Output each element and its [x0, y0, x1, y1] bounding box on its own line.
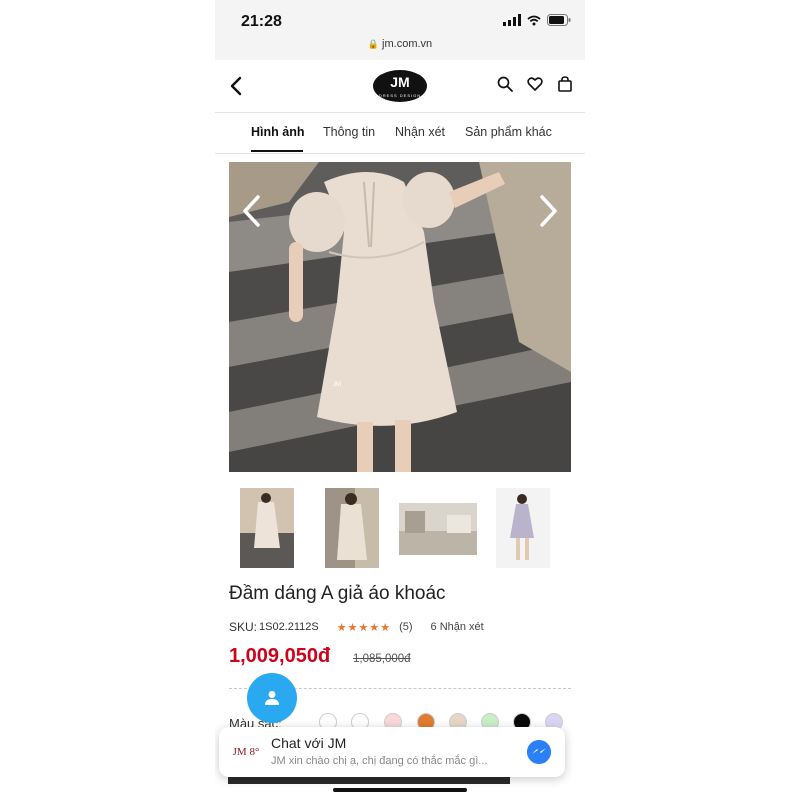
thumbnail-3[interactable]	[399, 503, 477, 555]
messenger-icon[interactable]	[527, 740, 551, 764]
logo-text: JM	[390, 74, 410, 90]
home-indicator	[333, 788, 467, 792]
product-main-image[interactable]: JM	[229, 162, 571, 472]
thumbnail-2[interactable]	[325, 488, 379, 568]
shopping-bag-icon[interactable]	[557, 76, 573, 92]
product-photo	[229, 162, 571, 472]
sale-price: 1,009,050đ	[229, 645, 331, 667]
search-icon[interactable]	[497, 76, 513, 92]
wifi-icon	[527, 15, 541, 25]
reviews-link[interactable]: 6 Nhận xét	[431, 621, 484, 633]
rating-stars-icon: ★★★★★	[336, 621, 392, 634]
image-watermark: JM	[333, 382, 341, 388]
url-text: jm.com.vn	[382, 38, 433, 50]
next-image-arrow-icon[interactable]	[537, 194, 559, 228]
tab-reviews[interactable]: Nhận xét	[395, 125, 445, 139]
tab-other-products[interactable]: Sản phẩm khác	[465, 125, 552, 139]
thumbnail-1[interactable]	[240, 488, 294, 568]
original-price: 1,085,000đ	[353, 653, 411, 665]
thumbnail-strip	[215, 487, 585, 569]
site-header: JM DRESS DESIGN	[215, 60, 585, 113]
sku-rating-row: SKU: 1S02.2112S ★★★★★ (5) 6 Nhận xét	[229, 620, 484, 634]
status-icons	[503, 14, 571, 26]
thumbnail-4[interactable]	[496, 488, 550, 568]
tab-images[interactable]: Hình ảnh	[251, 125, 304, 139]
status-bar: 21:28 🔒 jm.com.vn	[215, 0, 585, 60]
user-icon	[265, 691, 279, 705]
sku-label: SKU:	[229, 620, 258, 634]
phone-screen: 21:28 🔒 jm.com.vn JM DRESS DESIGN Hình ả…	[215, 0, 585, 800]
status-time: 21:28	[241, 13, 282, 30]
active-tab-indicator	[251, 150, 303, 152]
product-title: Đầm dáng A giả áo khoác	[229, 583, 446, 604]
address-bar[interactable]: 🔒 jm.com.vn	[215, 38, 585, 50]
sku-value: 1S02.2112S	[259, 621, 319, 633]
battery-icon	[547, 14, 571, 26]
logo-subtext: DRESS DESIGN	[378, 93, 422, 98]
back-arrow-icon[interactable]	[229, 76, 243, 96]
signal-icon	[503, 14, 521, 26]
product-tabs: Hình ảnh Thông tin Nhận xét Sản phẩm khá…	[215, 113, 585, 154]
chat-brand-logo: JM 8°	[232, 746, 260, 758]
heart-icon[interactable]	[527, 76, 543, 92]
brand-logo[interactable]: JM DRESS DESIGN	[373, 70, 427, 102]
tab-info[interactable]: Thông tin	[323, 125, 375, 139]
chat-title: Chat với JM	[271, 735, 347, 751]
header-actions	[497, 76, 573, 92]
account-floating-button[interactable]	[247, 673, 297, 723]
rating-count: (5)	[399, 621, 413, 633]
prev-image-arrow-icon[interactable]	[241, 194, 263, 228]
add-to-cart-bar[interactable]	[228, 777, 510, 784]
chat-message-preview: JM xin chào chị ạ, chị đang có thắc mắc …	[271, 755, 488, 767]
chat-widget[interactable]: JM 8° Chat với JM JM xin chào chị ạ, chị…	[219, 727, 565, 777]
lock-icon: 🔒	[367, 39, 380, 49]
